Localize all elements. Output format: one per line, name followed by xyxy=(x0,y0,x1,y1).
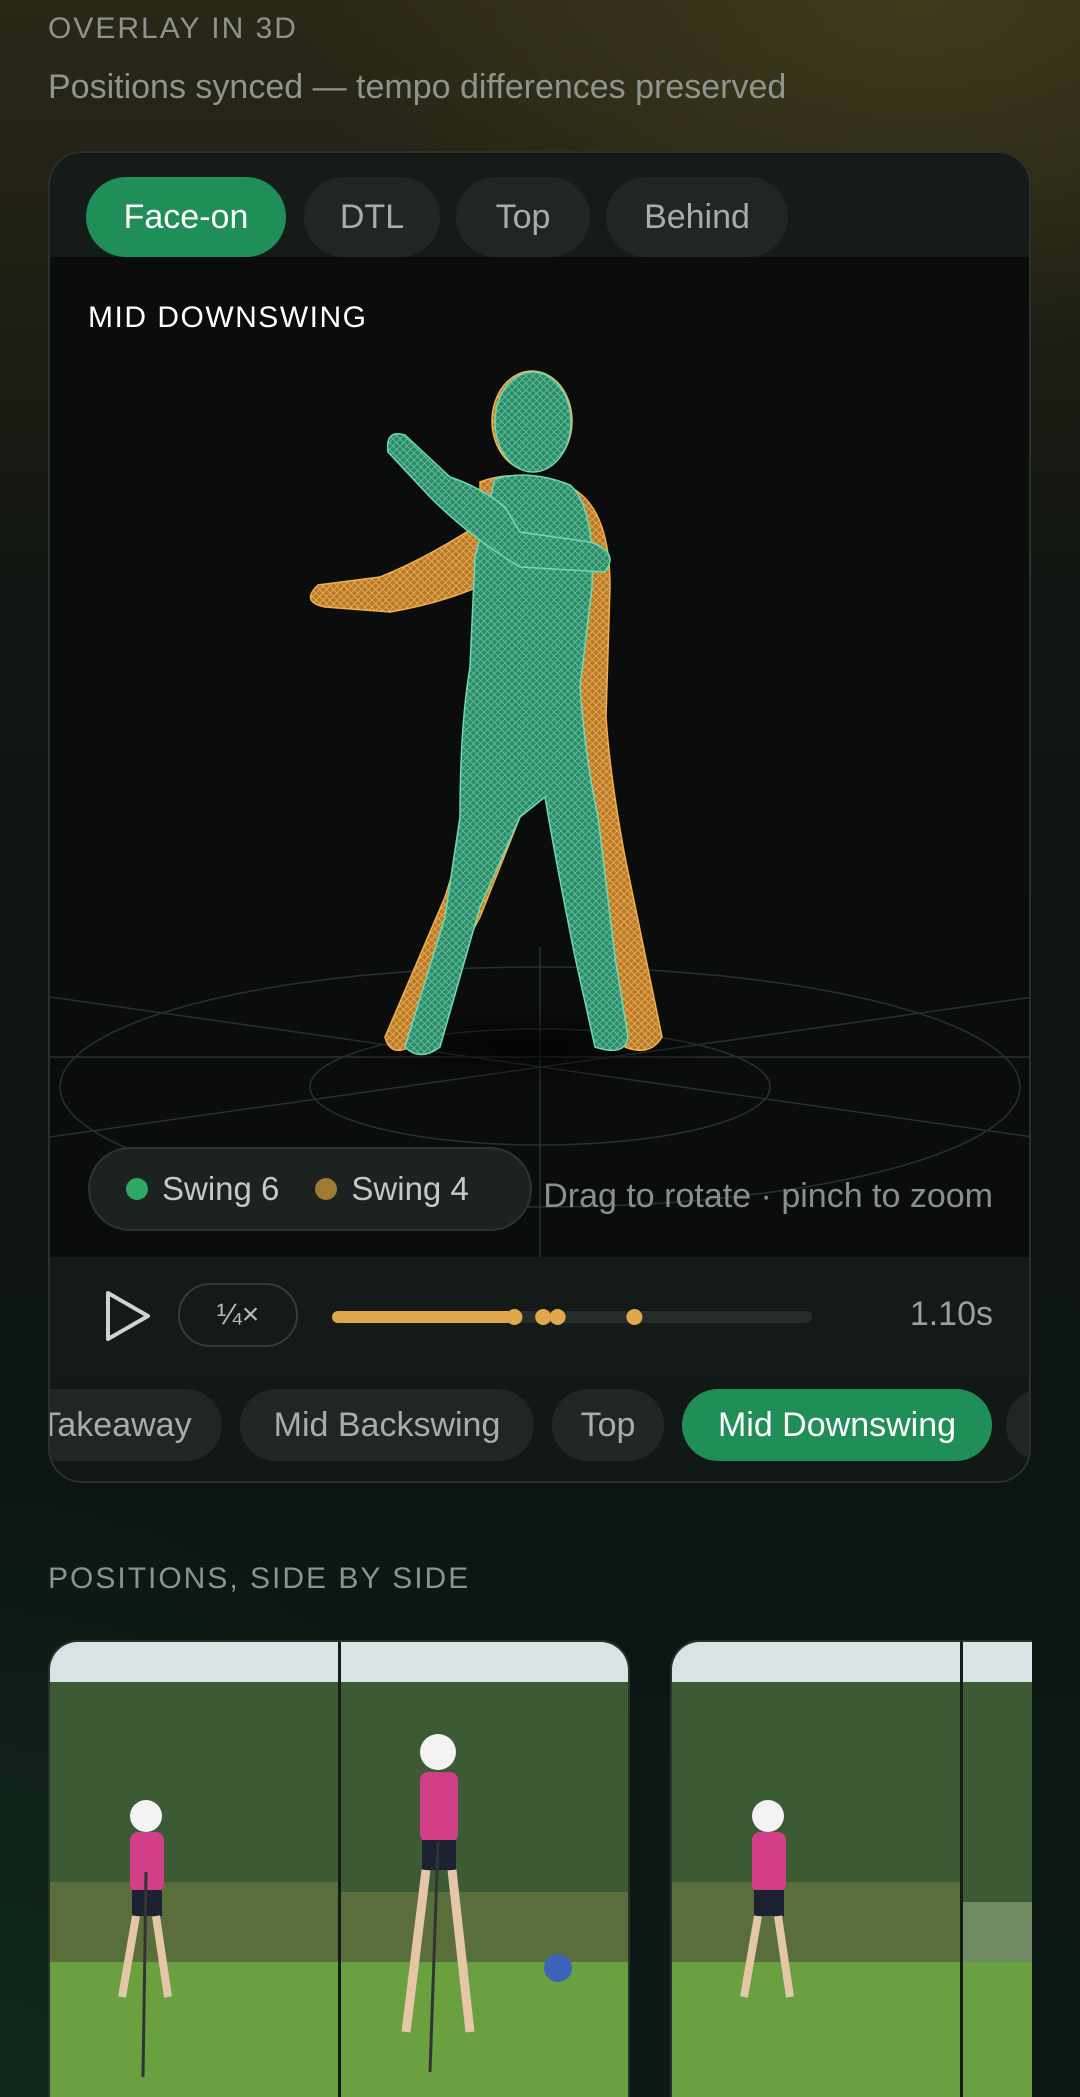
phase-chips: Takeaway Mid Backswing Top Mid Downswing xyxy=(50,1377,1029,1481)
scrubber-marker-3[interactable] xyxy=(549,1309,566,1325)
legend-swing-4-label: Swing 4 xyxy=(351,1170,469,1207)
scrubber-marker-2[interactable] xyxy=(535,1309,552,1325)
legend-swing-4: Swing 4 xyxy=(315,1170,469,1208)
view-tabs: Face-on DTL Top Behind xyxy=(50,153,1029,257)
legend-swing-6: Swing 6 xyxy=(126,1170,279,1208)
tab-behind[interactable]: Behind xyxy=(606,177,788,257)
phase-label: MID DOWNSWING xyxy=(88,301,368,334)
frame-images xyxy=(50,1642,628,2097)
positions-strip[interactable] xyxy=(48,1640,1032,2097)
position-frame-pair-2[interactable] xyxy=(670,1640,1032,2097)
tab-top[interactable]: Top xyxy=(456,177,590,257)
rotate-hint: Drag to rotate · pinch to zoom xyxy=(543,1177,993,1215)
phase-mid-downswing[interactable]: Mid Downswing xyxy=(682,1389,992,1461)
overlay-card: Face-on DTL Top Behind MID DOWNSWING Swi… xyxy=(48,151,1031,1483)
play-icon[interactable] xyxy=(92,1281,162,1351)
phase-next-partial[interactable] xyxy=(1006,1389,1029,1461)
3d-scene[interactable] xyxy=(50,257,1029,1257)
tab-dtl[interactable]: DTL xyxy=(304,177,440,257)
frame-images-2 xyxy=(672,1642,1032,2097)
legend-swing-6-label: Swing 6 xyxy=(162,1170,280,1207)
frame-swing-4-image xyxy=(341,1642,628,2097)
tab-face-on[interactable]: Face-on xyxy=(86,177,286,257)
position-frame-pair[interactable] xyxy=(48,1640,630,2097)
frame-swing-6-image xyxy=(50,1642,338,2097)
playback-controls: ¼× 1.10s xyxy=(50,1257,1029,1377)
scrubber-marker-1[interactable] xyxy=(506,1309,523,1325)
swing-legend: Swing 6 Swing 4 xyxy=(88,1147,532,1231)
phase-top[interactable]: Top xyxy=(552,1389,664,1461)
scrubber-progress xyxy=(332,1311,515,1323)
phase-takeaway[interactable]: Takeaway xyxy=(50,1389,222,1461)
swing-4-dot xyxy=(315,1178,338,1200)
3d-viewport[interactable]: MID DOWNSWING Swing 6 Swing 4 Drag to ro… xyxy=(50,257,1029,1257)
timeline-scrubber[interactable] xyxy=(332,1287,812,1347)
overlay-kicker: OVERLAY IN 3D xyxy=(48,12,298,45)
overlay-subtitle: Positions synced — tempo differences pre… xyxy=(48,68,787,106)
swing-6-dot xyxy=(126,1178,148,1200)
phase-mid-backswing[interactable]: Mid Backswing xyxy=(240,1389,534,1461)
scrubber-marker-4[interactable] xyxy=(626,1309,643,1325)
speed-button[interactable]: ¼× xyxy=(178,1283,298,1347)
positions-title: POSITIONS, SIDE BY SIDE xyxy=(48,1562,471,1595)
time-readout: 1.10s xyxy=(909,1295,993,1333)
